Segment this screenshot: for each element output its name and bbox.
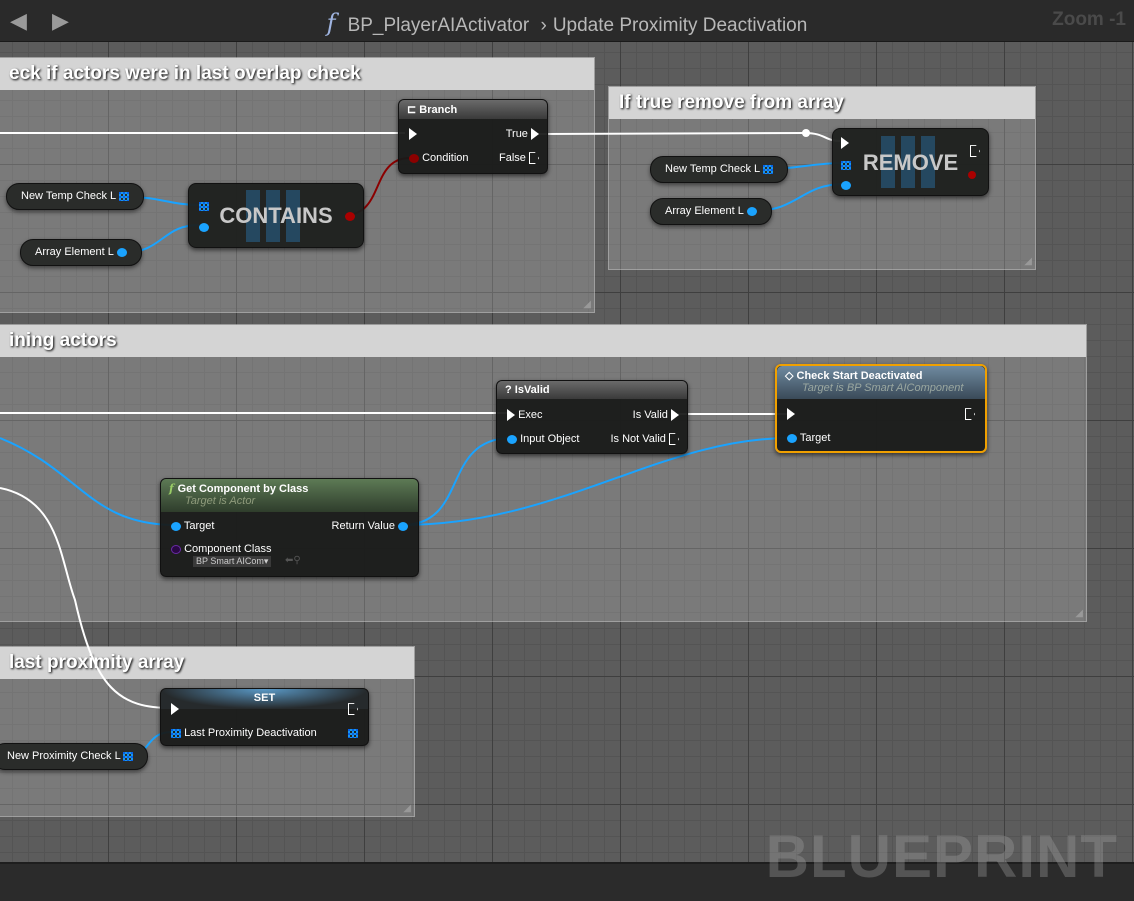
set-node[interactable]: SET Last Proximity Deactivation: [160, 688, 369, 746]
pin-label: Is Not Valid: [610, 433, 666, 445]
array-pin[interactable]: [171, 728, 181, 738]
comment-title: ining actors: [0, 325, 1086, 357]
exec-in-pin[interactable]: [787, 408, 795, 421]
resize-grip-icon[interactable]: ◢: [1024, 256, 1032, 267]
exec-in-pin[interactable]: [171, 703, 179, 716]
pin-label: Target: [799, 432, 831, 444]
variable-new-proximity-check[interactable]: New Proximity Check L: [0, 743, 149, 770]
check-start-deactivated-node[interactable]: ◇ Check Start Deactivated Target is BP Sm…: [775, 364, 987, 453]
array-pin[interactable]: [762, 164, 773, 174]
object-pin[interactable]: [116, 247, 127, 257]
branch-node[interactable]: ⊏ Branch True Condition False: [398, 99, 548, 174]
breadcrumb-separator: ›: [540, 15, 547, 36]
node-title: Branch: [419, 104, 458, 116]
blueprint-watermark: BLUEPRINT: [765, 823, 1118, 890]
array-out-pin[interactable]: [348, 728, 358, 738]
object-pin[interactable]: [746, 206, 757, 216]
node-title: CONTAINS: [219, 203, 333, 228]
class-pin[interactable]: [171, 544, 181, 554]
breadcrumb-blueprint[interactable]: BP_PlayerAIActivator: [348, 15, 530, 36]
exec-in-pin[interactable]: [507, 409, 515, 422]
variable-label: New Temp Check L: [665, 163, 760, 175]
branch-icon: ⊏: [407, 104, 420, 116]
array-pin[interactable]: [123, 751, 134, 761]
exec-out-pin[interactable]: [970, 145, 980, 158]
return-value-pin[interactable]: [398, 521, 408, 531]
exec-in-pin[interactable]: [409, 128, 417, 141]
pin-label: Return Value: [331, 520, 395, 532]
browse-icon[interactable]: ⬅⚲: [285, 555, 301, 566]
pin-label: True: [505, 128, 528, 140]
exec-not-valid-pin[interactable]: [669, 433, 679, 446]
comment-title: last proximity array: [0, 647, 414, 679]
resize-grip-icon[interactable]: ◢: [583, 299, 591, 310]
variable-new-temp-check[interactable]: New Temp Check L: [6, 183, 144, 210]
exec-true-pin[interactable]: [531, 128, 539, 141]
pin-label: Target: [183, 520, 215, 532]
node-subtitle: Target is BP Smart AIComponent: [802, 382, 964, 394]
exec-valid-pin[interactable]: [671, 409, 679, 422]
isvalid-node[interactable]: ? IsValid Exec Is Valid Input Object Is …: [496, 380, 688, 454]
variable-label: New Proximity Check L: [7, 750, 121, 762]
exec-out-pin[interactable]: [348, 703, 358, 716]
node-title: Get Component by Class: [177, 483, 309, 495]
pin-label: Exec: [518, 409, 543, 421]
array-pin[interactable]: [118, 191, 129, 201]
variable-new-temp-check[interactable]: New Temp Check L: [650, 156, 788, 183]
comment-title: eck if actors were in last overlap check: [0, 58, 594, 90]
exec-in-pin[interactable]: [841, 137, 849, 150]
zoom-level: Zoom -1: [1052, 9, 1126, 30]
bool-out-pin[interactable]: [968, 171, 976, 180]
node-title: REMOVE: [862, 150, 959, 175]
node-subtitle: Target is Actor: [185, 495, 256, 507]
breadcrumb-function: Update Proximity Deactivation: [552, 15, 808, 36]
pin-label: Last Proximity Deactivation: [184, 727, 317, 739]
array-pin[interactable]: [841, 160, 851, 170]
breadcrumb: f BP_PlayerAIActivator › Update Proximity …: [0, 9, 1134, 37]
variable-array-element[interactable]: Array Element L: [20, 239, 142, 266]
object-pin[interactable]: [199, 222, 209, 232]
pin-label: Is Valid: [632, 409, 668, 421]
condition-pin[interactable]: [409, 153, 419, 163]
object-pin[interactable]: [507, 434, 517, 444]
object-pin[interactable]: [841, 180, 851, 190]
pin-label: False: [499, 152, 526, 164]
target-pin[interactable]: [171, 521, 181, 531]
function-icon: f: [326, 9, 336, 37]
contains-node[interactable]: CONTAINS: [188, 183, 364, 248]
pin-label: Component Class: [184, 543, 272, 555]
variable-array-element[interactable]: Array Element L: [650, 198, 772, 225]
function-icon: f: [169, 482, 178, 495]
variable-label: Array Element L: [665, 205, 744, 217]
target-pin[interactable]: [787, 433, 797, 443]
variable-label: Array Element L: [35, 246, 114, 258]
dropdown-value: BP Smart AICom: [196, 556, 264, 566]
exec-out-pin[interactable]: [965, 408, 975, 421]
array-pin[interactable]: [199, 201, 209, 211]
diamond-icon: ◇: [785, 370, 797, 382]
comment-title: If true remove from array: [609, 87, 1035, 119]
node-title: IsValid: [514, 384, 550, 396]
component-class-dropdown[interactable]: BP Smart AICom▾: [193, 556, 272, 567]
pin-label: Input Object: [520, 433, 580, 445]
graph-toolbar: ◀ ▶ f BP_PlayerAIActivator › Update Proxim…: [0, 0, 1134, 42]
bool-out-pin[interactable]: [345, 211, 355, 221]
resize-grip-icon[interactable]: ◢: [1075, 608, 1083, 619]
node-title: SET: [161, 689, 368, 709]
remove-node[interactable]: REMOVE: [832, 128, 989, 196]
node-title: Check Start Deactivated: [796, 370, 923, 382]
get-component-by-class-node[interactable]: f Get Component by Class Target is Actor …: [160, 478, 419, 577]
question-icon: ?: [505, 384, 515, 396]
resize-grip-icon[interactable]: ◢: [403, 803, 411, 814]
exec-false-pin[interactable]: [529, 152, 539, 165]
variable-label: New Temp Check L: [21, 190, 116, 202]
pin-label: Condition: [422, 152, 469, 164]
